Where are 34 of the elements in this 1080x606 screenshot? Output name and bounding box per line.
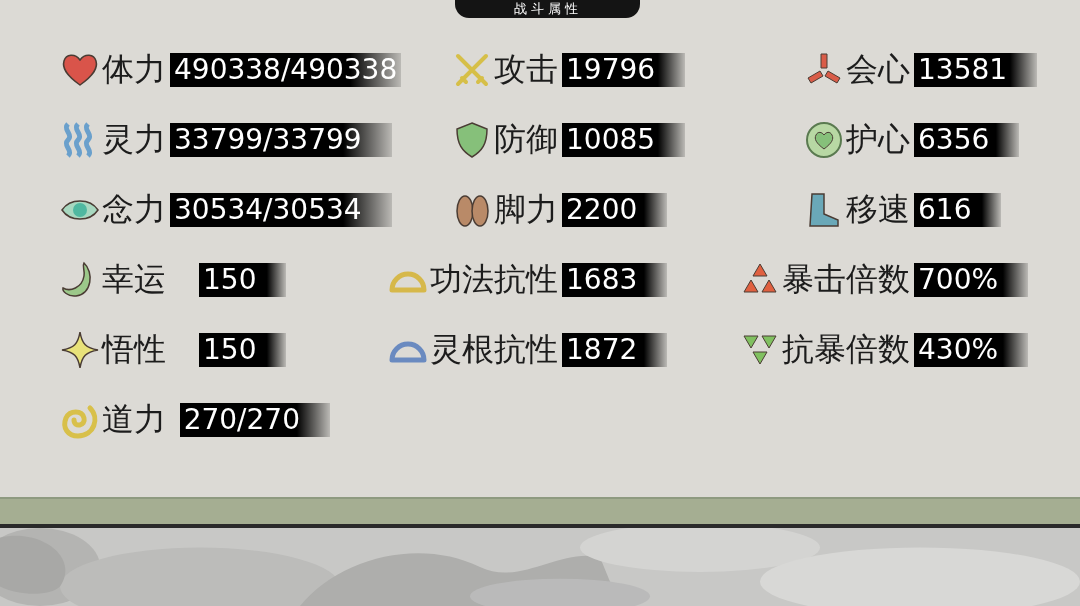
stat-value: 700% xyxy=(914,263,1029,297)
stat-value: 616 xyxy=(914,193,1002,227)
stat-label: 抗暴倍数 xyxy=(782,329,910,370)
stat-value: 1872 xyxy=(562,333,668,367)
stat-label: 移速 xyxy=(846,189,910,230)
stat-label: 灵根抗性 xyxy=(430,329,558,370)
stat-value: 2200 xyxy=(562,193,668,227)
stat-label: 幸运 xyxy=(102,259,166,300)
stat-label: 脚力 xyxy=(494,189,558,230)
stat-value: 13581 xyxy=(914,53,1038,87)
panel-title: 战斗属性 xyxy=(455,0,640,18)
stat-label: 暴击倍数 xyxy=(782,259,910,300)
stat-value: 6356 xyxy=(914,123,1020,157)
stat-label: 会心 xyxy=(846,49,910,90)
stat-value: 10085 xyxy=(562,123,686,157)
stat-value: 30534/30534 xyxy=(170,193,392,227)
stat-label: 悟性 xyxy=(102,329,166,370)
stat-label: 功法抗性 xyxy=(430,259,558,300)
stat-label: 护心 xyxy=(846,119,910,160)
stat-value: 150 xyxy=(199,333,287,367)
stat-value: 270/270 xyxy=(179,403,330,437)
stat-label: 道力 xyxy=(102,399,166,440)
stat-label: 攻击 xyxy=(494,49,558,90)
stat-label: 念力 xyxy=(102,189,166,230)
stat-label: 灵力 xyxy=(102,119,166,160)
stat-value: 19796 xyxy=(562,53,686,87)
heart-ring-icon xyxy=(804,120,844,160)
stat-value: 430% xyxy=(914,333,1029,367)
sparkle-icon xyxy=(60,330,100,370)
stat-label: 防御 xyxy=(494,119,558,160)
stat-value: 33799/33799 xyxy=(170,123,392,157)
stat-label: 体力 xyxy=(102,49,166,90)
stat-value: 1683 xyxy=(562,263,668,297)
stat-value: 150 xyxy=(199,263,287,297)
